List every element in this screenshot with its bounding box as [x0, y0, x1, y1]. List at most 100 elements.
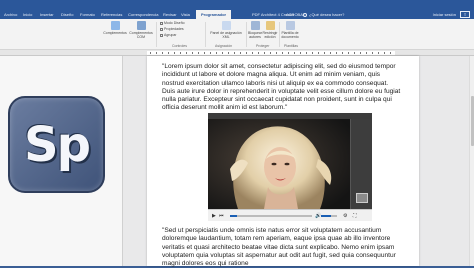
template-icon — [285, 21, 295, 30]
group-label-controls: Controles — [172, 44, 187, 48]
sp-logo-text: Sp — [24, 116, 91, 173]
ruler-tick — [264, 52, 265, 54]
account-link[interactable]: Iniciar sesión — [433, 10, 456, 19]
paragraph-2[interactable]: "Sed ut perspiciatis unde omnis iste nat… — [162, 227, 402, 268]
ruler-tick — [306, 52, 307, 54]
ruler-tick — [342, 52, 343, 54]
volume-slider[interactable] — [321, 215, 337, 217]
video-frame[interactable] — [208, 119, 372, 209]
ruler-tick — [348, 52, 349, 54]
ruler-tick — [258, 52, 259, 54]
properties-label: Propiedades — [164, 27, 184, 31]
ruler-tick — [390, 52, 391, 54]
group-label-protect: Proteger — [256, 44, 270, 48]
tell-me-text: ¿Qué desea hacer? — [309, 12, 345, 17]
ribbon-tab-9[interactable]: Programador — [196, 10, 232, 19]
ruler-tick — [282, 52, 283, 54]
addins-label: Complementos — [103, 31, 127, 35]
block-authors-button[interactable]: Bloquear autores — [248, 21, 262, 39]
ribbon-tab-4[interactable]: Formato — [80, 10, 95, 19]
document-workspace: "Lorem ipsum dolor sit amet, consectetur… — [123, 56, 474, 268]
group-label-templates: Plantillas — [284, 44, 299, 48]
video-thumbnail-woman — [208, 119, 350, 209]
ribbon-tab-11[interactable]: ACROBAT — [286, 10, 305, 19]
com-addins-label: Complementos COM — [129, 31, 153, 39]
settings-icon[interactable]: ⚙ — [343, 213, 347, 219]
ribbon-tab-bar: ¿Qué desea hacer? Iniciar sesión ⇪ Archi… — [0, 0, 474, 19]
ruler-tick — [228, 52, 229, 54]
share-button[interactable]: ⇪ — [460, 11, 470, 18]
ribbon-tab-7[interactable]: Revisar — [163, 10, 177, 19]
skip-back-icon[interactable]: ⏮ — [219, 213, 224, 219]
ribbon-tab-6[interactable]: Correspondencia — [128, 10, 158, 19]
embedded-video-player[interactable]: ▶ ⏮ 🔊 ⚙ ⛶ — [208, 113, 372, 221]
properties-button[interactable]: Propiedades — [160, 27, 184, 31]
design-mode-button[interactable]: Modo Diseño — [160, 21, 185, 25]
layer-thumbnail — [356, 193, 368, 203]
document-page[interactable]: "Lorem ipsum dolor sit amet, consectetur… — [147, 56, 419, 268]
vertical-scrollbar[interactable] — [469, 56, 474, 266]
ruler-tick — [162, 52, 163, 54]
lock-icon — [265, 21, 275, 30]
ruler-tick — [216, 52, 217, 54]
restrict-editing-button[interactable]: Restringir edición — [262, 21, 278, 39]
ribbon-separator — [156, 22, 157, 47]
ruler-tick — [186, 52, 187, 54]
ruler-tick — [240, 52, 241, 54]
ruler-tick — [354, 52, 355, 54]
addins-button[interactable]: Complementos — [102, 21, 128, 35]
ruler-tick — [174, 52, 175, 54]
navigation-pane: Sp — [0, 56, 123, 266]
ruler-tick — [234, 52, 235, 54]
ruler-tick — [372, 52, 373, 54]
group-button[interactable]: Agrupar — [160, 33, 176, 37]
ruler-tick — [384, 52, 385, 54]
ribbon-tab-5[interactable]: Referencias — [101, 10, 122, 19]
document-template-button[interactable]: Plantilla de documento — [280, 21, 300, 39]
ribbon-tab-8[interactable]: Vista — [181, 10, 190, 19]
xml-mapping-pane-button[interactable]: Panel de asignación XML — [208, 21, 244, 39]
paragraph-1[interactable]: "Lorem ipsum dolor sit amet, consectetur… — [162, 63, 402, 113]
ruler-tick — [276, 52, 277, 54]
com-addins-button[interactable]: Complementos COM — [128, 21, 154, 39]
ribbon-tab-0[interactable]: Archivo — [4, 10, 17, 19]
ribbon-separator — [205, 22, 206, 47]
block-authors-label: Bloquear autores — [248, 31, 263, 39]
ruler-tick — [210, 52, 211, 54]
ruler-tick — [168, 52, 169, 54]
ruler-tick — [246, 52, 247, 54]
sp-logo: Sp — [8, 96, 105, 193]
fullscreen-icon[interactable]: ⛶ — [353, 213, 357, 219]
ruler-tick — [312, 52, 313, 54]
video-controls: ▶ ⏮ 🔊 ⚙ ⛶ — [208, 209, 372, 221]
tell-me-box[interactable]: ¿Qué desea hacer? — [303, 10, 344, 19]
ruler-tick — [288, 52, 289, 54]
ruler-tick — [270, 52, 271, 54]
ruler-tick — [336, 52, 337, 54]
ruler-tick — [378, 52, 379, 54]
ruler-tick — [204, 52, 205, 54]
ruler-tick — [294, 52, 295, 54]
design-mode-label: Modo Diseño — [164, 21, 185, 25]
xml-pane-icon — [221, 21, 231, 30]
block-authors-icon — [250, 21, 260, 30]
seek-bar[interactable] — [230, 215, 312, 217]
addins-icon — [110, 21, 120, 30]
ruler-tick — [318, 52, 319, 54]
template-label: Plantilla de documento — [281, 31, 299, 39]
ribbon-tab-3[interactable]: Diseño — [61, 10, 73, 19]
ribbon-tab-2[interactable]: Insertar — [40, 10, 54, 19]
group-label: Agrupar — [164, 33, 177, 37]
group-label-mapping: Asignación — [215, 44, 233, 48]
ruler-tick — [222, 52, 223, 54]
ruler-tick — [192, 52, 193, 54]
ruler-tick — [366, 52, 367, 54]
restrict-editing-label: Restringir edición — [262, 31, 278, 39]
play-icon[interactable]: ▶ — [212, 213, 216, 219]
photoshop-panel — [350, 119, 372, 209]
ribbon-separator — [246, 22, 247, 47]
ribbon-tab-1[interactable]: Inicio — [23, 10, 32, 19]
seek-bar-fill — [230, 215, 237, 217]
ruler-tick — [198, 52, 199, 54]
group-icon — [160, 33, 163, 37]
